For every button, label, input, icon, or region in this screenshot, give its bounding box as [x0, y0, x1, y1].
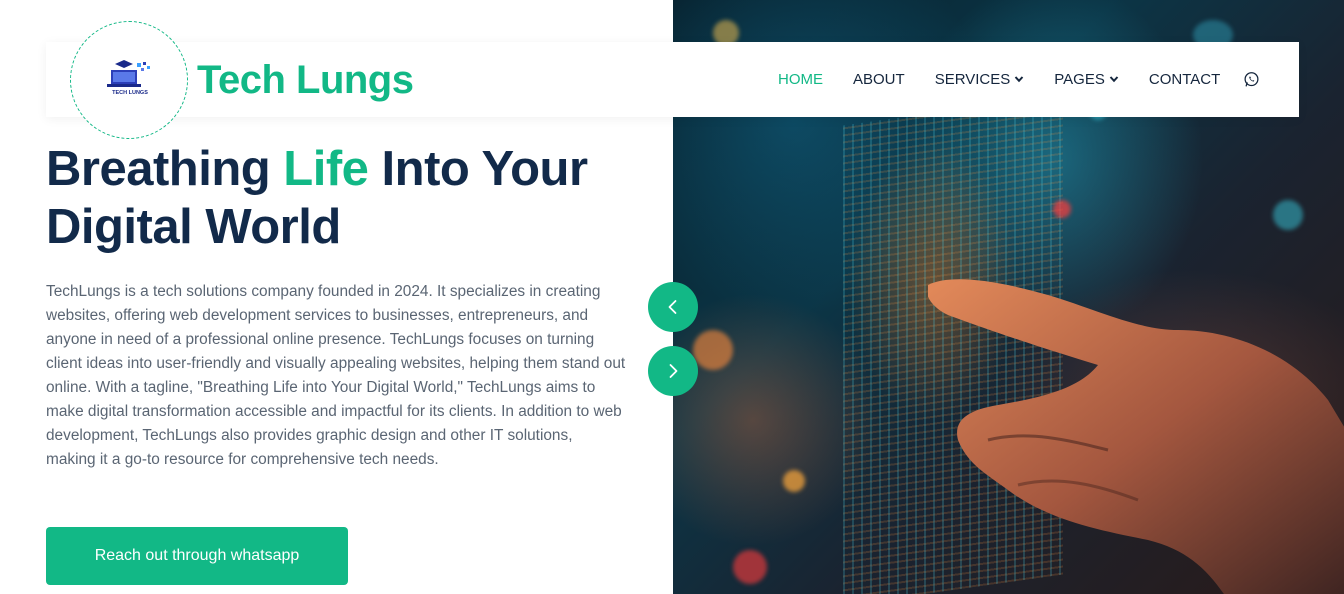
slider-next-button[interactable]	[648, 346, 698, 396]
nav-home[interactable]: HOME	[778, 71, 823, 88]
logo-caption: TECH LUNGS	[112, 90, 148, 96]
bokeh-light	[693, 330, 733, 370]
hero-title-accent: Life	[283, 142, 369, 196]
nav-home-label: HOME	[778, 70, 823, 88]
whatsapp-cta-button[interactable]: Reach out through whatsapp	[46, 527, 348, 585]
chevron-down-icon	[1015, 76, 1024, 83]
whatsapp-icon[interactable]	[1243, 71, 1260, 88]
slider-prev-button[interactable]	[648, 282, 698, 332]
logo[interactable]: TECH LUNGS	[70, 21, 188, 139]
bokeh-light	[783, 470, 805, 492]
nav-pages-label: PAGES	[1054, 70, 1105, 88]
laptop-graduation-logo-icon: TECH LUNGS	[107, 60, 150, 96]
nav-about-label: ABOUT	[853, 70, 905, 88]
chevron-left-icon	[668, 300, 677, 314]
bokeh-light	[1053, 200, 1071, 218]
chevron-right-icon	[669, 364, 678, 378]
hero-title: Breathing Life Into Your Digital World	[46, 140, 666, 256]
hero-description: TechLungs is a tech solutions company fo…	[46, 283, 626, 468]
hand-illustration	[928, 279, 1344, 594]
nav-services[interactable]: SERVICES	[935, 71, 1025, 88]
bokeh-light	[733, 550, 767, 584]
nav-contact-label: CONTACT	[1148, 70, 1221, 88]
bokeh-light	[1273, 200, 1303, 230]
brand-name[interactable]: Tech Lungs	[197, 55, 414, 105]
nav-about[interactable]: ABOUT	[853, 71, 905, 88]
nav-services-label: SERVICES	[934, 70, 1011, 88]
main-nav: HOME ABOUT SERVICES PAGES CONTACT	[778, 68, 1250, 90]
nav-contact[interactable]: CONTACT	[1149, 71, 1220, 88]
nav-pages[interactable]: PAGES	[1054, 71, 1119, 88]
hero-title-part1: Breathing	[46, 142, 284, 196]
chevron-down-icon	[1109, 76, 1119, 83]
